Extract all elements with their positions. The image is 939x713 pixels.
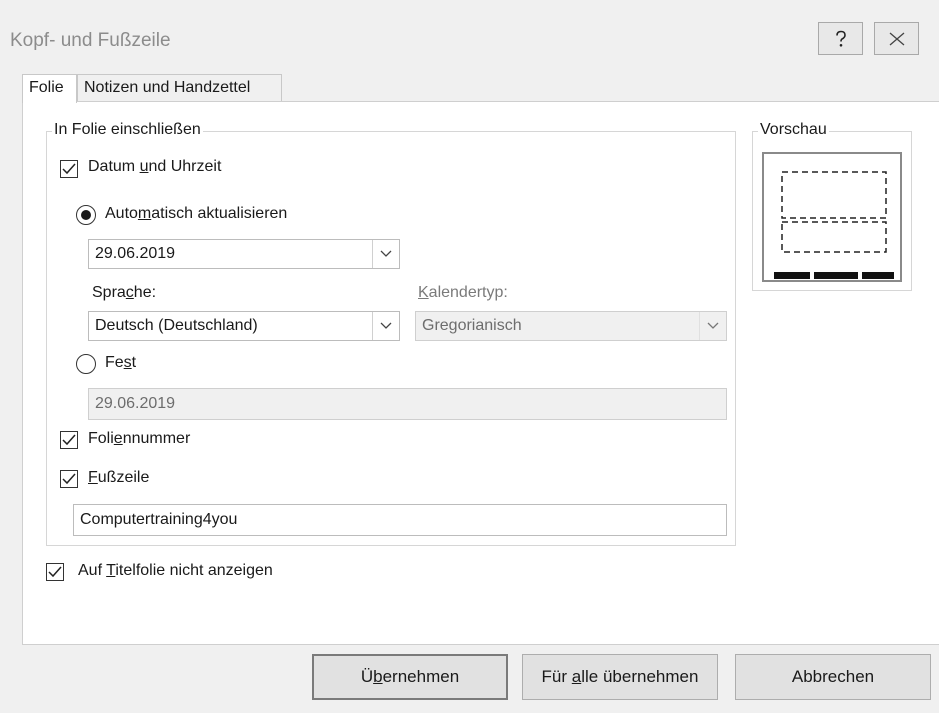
- preview-thumbnail: [762, 152, 902, 282]
- footer-text-input[interactable]: Computertraining4you: [73, 504, 727, 536]
- calendar-type-label: Kalendertyp:: [418, 284, 508, 301]
- slide-number-label: Foliennummer: [88, 430, 191, 447]
- cancel-button-label: Abbrechen: [791, 667, 875, 686]
- auto-update-label: Automatisch aktualisieren: [105, 205, 288, 222]
- date-format-value: 29.06.2019: [95, 245, 176, 262]
- footer-label: Fußzeile: [88, 469, 150, 486]
- hide-on-title-slide-label: Auf Titelfolie nicht anzeigen: [78, 562, 273, 579]
- slide-number-checkbox[interactable]: [60, 431, 78, 449]
- tab-folie-label: Folie: [29, 79, 64, 96]
- auto-update-radio[interactable]: [76, 205, 96, 225]
- fixed-radio[interactable]: [76, 354, 96, 374]
- preview-legend: Vorschau: [758, 121, 829, 139]
- checkmark-icon: [62, 163, 76, 175]
- date-time-checkbox[interactable]: [60, 160, 78, 178]
- question-mark-icon: [835, 30, 846, 47]
- window-title: Kopf- und Fußzeile: [10, 30, 171, 51]
- radio-dot: [81, 210, 91, 220]
- footer-text-value: Computertraining4you: [80, 511, 238, 528]
- language-label: Sprache:: [92, 284, 157, 301]
- language-dropdown[interactable]: Deutsch (Deutschland): [88, 311, 400, 341]
- apply-button-label: Übernehmen: [360, 667, 460, 686]
- cancel-button[interactable]: Abbrechen: [735, 654, 931, 700]
- apply-button[interactable]: Übernehmen: [312, 654, 508, 700]
- fixed-date-field: 29.06.2019: [88, 388, 727, 420]
- chevron-down-icon: [699, 312, 726, 340]
- close-button[interactable]: [874, 22, 919, 55]
- help-button[interactable]: [818, 22, 863, 55]
- fixed-date-value: 29.06.2019: [95, 395, 176, 412]
- tab-notizen-und-handzettel[interactable]: Notizen und Handzettel: [77, 74, 282, 102]
- checkmark-icon: [62, 434, 76, 446]
- language-value: Deutsch (Deutschland): [95, 317, 258, 334]
- chevron-down-icon[interactable]: [372, 240, 399, 268]
- hide-on-title-slide-checkbox[interactable]: [46, 563, 64, 581]
- checkmark-icon: [48, 566, 62, 578]
- fixed-label: Fest: [105, 354, 137, 371]
- footer-checkbox[interactable]: [60, 470, 78, 488]
- apply-all-button-label: Für alle übernehmen: [541, 667, 699, 686]
- chevron-down-icon[interactable]: [372, 312, 399, 340]
- calendar-type-dropdown: Gregorianisch: [415, 311, 727, 341]
- date-time-label: Datum und Uhrzeit: [88, 158, 222, 175]
- apply-all-button[interactable]: Für alle übernehmen: [522, 654, 718, 700]
- tab-notizen-label: Notizen und Handzettel: [84, 79, 251, 96]
- calendar-type-value: Gregorianisch: [422, 317, 522, 334]
- date-format-dropdown[interactable]: 29.06.2019: [88, 239, 400, 269]
- checkmark-icon: [62, 473, 76, 485]
- close-icon: [889, 32, 904, 45]
- include-group-legend: In Folie einschließen: [52, 121, 203, 139]
- tab-folie[interactable]: Folie: [22, 74, 77, 103]
